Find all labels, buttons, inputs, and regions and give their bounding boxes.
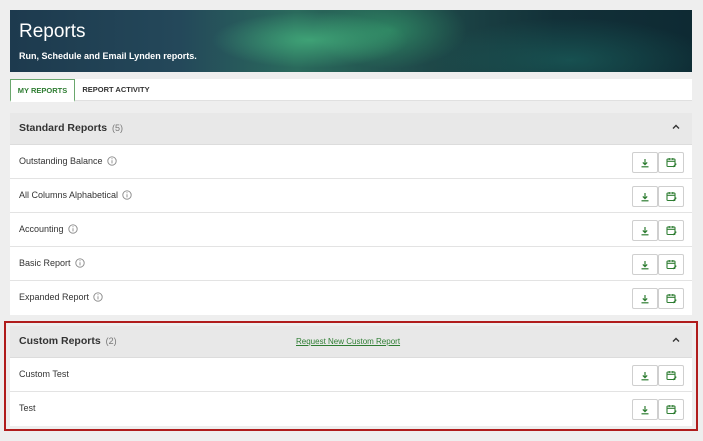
chevron-up-icon[interactable] [670,121,682,133]
calendar-edit-icon [665,405,677,415]
schedule-button[interactable] [658,288,684,309]
calendar-edit-icon [665,294,677,304]
report-name[interactable]: Test [19,403,36,413]
report-name[interactable]: Custom Test [19,369,69,379]
download-button[interactable] [632,254,658,275]
download-icon [641,192,649,201]
download-icon [641,405,649,414]
calendar-edit-icon [665,158,677,168]
report-name[interactable]: All Columns Alphabetical [19,190,132,200]
report-row: Accounting [10,213,692,247]
report-name-text: Accounting [19,224,64,234]
calendar-edit-icon [665,371,677,381]
report-row: Outstanding Balance [10,145,692,179]
section-title: Custom Reports (2) [19,335,117,347]
download-button[interactable] [632,152,658,173]
custom-reports-section: Custom Reports (2) Request New Custom Re… [10,326,692,426]
report-name-text: Basic Report [19,258,71,268]
download-button[interactable] [632,186,658,207]
section-count: (5) [112,123,124,133]
calendar-edit-icon [665,226,677,236]
report-name-text: Custom Test [19,369,69,379]
section-title: Standard Reports (5) [19,122,123,134]
download-icon [641,158,649,167]
info-icon[interactable] [74,258,85,268]
report-row: Expanded Report [10,281,692,315]
schedule-button[interactable] [658,399,684,420]
info-icon[interactable] [67,224,78,234]
custom-reports-header[interactable]: Custom Reports (2) Request New Custom Re… [10,326,692,358]
calendar-edit-icon [665,260,677,270]
section-title-text: Custom Reports [19,335,101,347]
calendar-edit-icon [665,192,677,202]
report-name-text: Test [19,403,36,413]
report-name[interactable]: Expanded Report [19,292,103,302]
report-name-text: Outstanding Balance [19,156,103,166]
section-count: (2) [105,336,117,346]
report-row: All Columns Alphabetical [10,179,692,213]
report-row: Basic Report [10,247,692,281]
download-button[interactable] [632,365,658,386]
download-button[interactable] [632,288,658,309]
report-row: Custom Test [10,358,692,392]
download-icon [641,260,649,269]
standard-reports-section: Standard Reports (5) Outstanding Balance… [10,113,692,315]
report-name-text: Expanded Report [19,292,90,302]
download-icon [641,294,649,303]
download-button[interactable] [632,220,658,241]
chevron-up-icon[interactable] [670,334,682,346]
schedule-button[interactable] [658,365,684,386]
download-icon [641,371,649,380]
info-icon[interactable] [106,156,117,166]
report-name[interactable]: Accounting [19,224,78,234]
page-title: Reports [19,21,86,42]
schedule-button[interactable] [658,152,684,173]
info-icon[interactable] [122,190,132,200]
tab-report-activity[interactable]: REPORT ACTIVITY [78,79,154,102]
reports-banner: Reports Run, Schedule and Email Lynden r… [10,10,692,72]
schedule-button[interactable] [658,220,684,241]
page-subtitle: Run, Schedule and Email Lynden reports. [19,51,197,61]
request-custom-report-link[interactable]: Request New Custom Report [296,337,400,346]
report-row: Test [10,392,692,426]
report-name-text: All Columns Alphabetical [19,190,119,200]
section-title-text: Standard Reports [19,122,108,134]
report-name[interactable]: Outstanding Balance [19,156,117,166]
info-icon[interactable] [93,292,103,302]
schedule-button[interactable] [658,186,684,207]
report-name[interactable]: Basic Report [19,258,85,268]
download-icon [641,226,649,235]
standard-reports-header[interactable]: Standard Reports (5) [10,113,692,145]
tab-bar: MY REPORTS REPORT ACTIVITY [10,79,692,102]
download-button[interactable] [632,399,658,420]
schedule-button[interactable] [658,254,684,275]
tab-my-reports[interactable]: MY REPORTS [10,79,75,102]
